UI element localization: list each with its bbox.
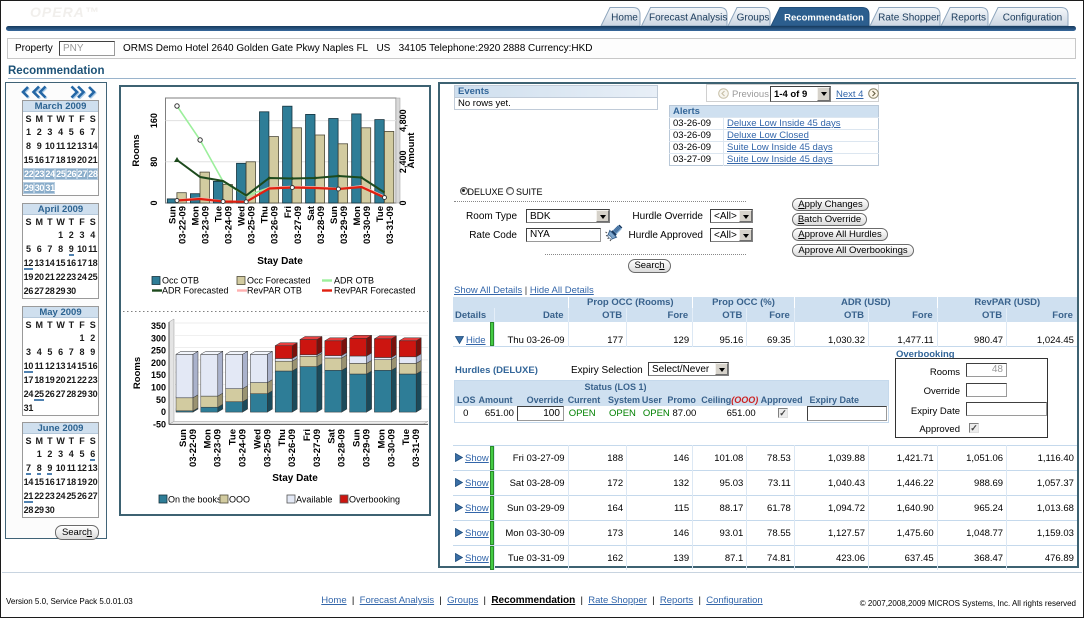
svg-text:Recommendation: Recommendation	[784, 13, 864, 24]
svg-text:ADR Forecasted: ADR Forecasted	[162, 286, 229, 296]
svg-text:Mon03-30-09: Mon03-30-09	[352, 206, 373, 244]
svg-text:Sun03-29-09: Sun03-29-09	[329, 206, 350, 244]
svg-text:0: 0	[398, 200, 408, 205]
svg-text:300: 300	[151, 333, 166, 343]
svg-text:Available: Available	[296, 495, 332, 505]
svg-text:On the books: On the books	[168, 495, 222, 505]
svg-text:4,800: 4,800	[398, 109, 408, 132]
svg-text:2,400: 2,400	[398, 151, 408, 174]
svg-text:0: 0	[161, 407, 166, 417]
svg-text:Wed03-25-09: Wed03-25-09	[252, 429, 273, 467]
svg-text:Groups: Groups	[737, 13, 770, 24]
svg-text:Configuration: Configuration	[1003, 13, 1062, 24]
svg-text:Wed03-25-09: Wed03-25-09	[237, 206, 258, 244]
svg-text:-50: -50	[153, 419, 166, 429]
svg-text:Overbooking: Overbooking	[349, 495, 400, 505]
svg-text:OOO: OOO	[229, 495, 250, 505]
svg-text:Tue03-24-09: Tue03-24-09	[228, 429, 249, 467]
svg-text:Occ Forecasted: Occ Forecasted	[247, 276, 311, 286]
svg-text:ADR OTB: ADR OTB	[334, 276, 374, 286]
svg-text:200: 200	[151, 358, 166, 368]
svg-text:Fri03-27-09: Fri03-27-09	[283, 206, 304, 244]
svg-text:Tue03-31-09: Tue03-31-09	[401, 429, 422, 467]
svg-text:0: 0	[149, 200, 159, 205]
svg-text:Mon03-30-09: Mon03-30-09	[376, 429, 397, 467]
svg-text:Occ OTB: Occ OTB	[162, 276, 199, 286]
svg-text:Sat03-28-09: Sat03-28-09	[327, 428, 348, 467]
svg-text:100: 100	[151, 383, 166, 393]
svg-text:Rooms: Rooms	[131, 134, 142, 166]
svg-text:50: 50	[156, 395, 166, 405]
svg-text:Stay Date: Stay Date	[272, 473, 318, 484]
svg-text:150: 150	[151, 370, 166, 380]
svg-text:Rooms: Rooms	[132, 357, 143, 389]
svg-text:Sun03-29-09: Sun03-29-09	[352, 429, 373, 467]
svg-text:Tue03-31-09: Tue03-31-09	[375, 206, 396, 244]
svg-text:Tue03-24-09: Tue03-24-09	[214, 206, 235, 244]
svg-text:RevPAR OTB: RevPAR OTB	[247, 286, 302, 296]
svg-text:Sun03-22-09: Sun03-22-09	[168, 206, 189, 244]
svg-text:Reports: Reports	[951, 13, 986, 24]
svg-text:Sun03-22-09: Sun03-22-09	[178, 429, 199, 467]
svg-text:Mon03-23-09: Mon03-23-09	[191, 206, 212, 244]
svg-text:Sat03-28-09: Sat03-28-09	[306, 205, 327, 244]
svg-text:Stay Date: Stay Date	[257, 256, 303, 267]
svg-text:RevPAR Forecasted: RevPAR Forecasted	[334, 286, 415, 296]
svg-text:Thu03-26-09: Thu03-26-09	[260, 206, 281, 244]
svg-text:Thu03-26-09: Thu03-26-09	[277, 429, 298, 467]
svg-text:Fri03-27-09: Fri03-27-09	[302, 429, 323, 467]
svg-text:80: 80	[149, 157, 159, 167]
svg-text:250: 250	[151, 346, 166, 356]
svg-text:Rate Shopper: Rate Shopper	[878, 13, 940, 24]
svg-text:350: 350	[151, 321, 166, 331]
svg-text:Home: Home	[611, 13, 638, 24]
svg-text:Forecast Analysis: Forecast Analysis	[649, 13, 727, 24]
svg-text:Mon03-23-09: Mon03-23-09	[203, 429, 224, 467]
svg-text:160: 160	[149, 113, 159, 128]
